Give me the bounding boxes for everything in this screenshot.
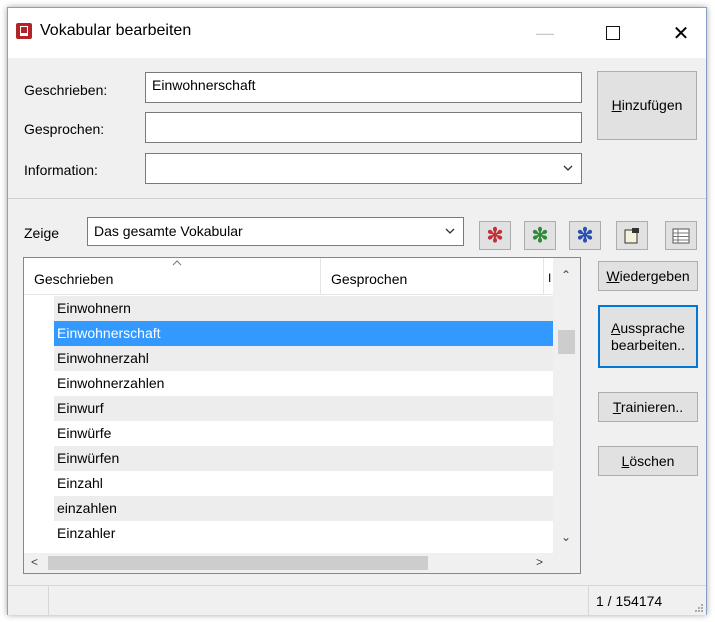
- list-item[interactable]: einzahlen: [54, 496, 554, 521]
- list-item[interactable]: Einwohnern: [54, 296, 554, 321]
- maximize-button[interactable]: [590, 8, 636, 58]
- delete-button-label: Löschen: [621, 452, 675, 469]
- separator: [8, 198, 706, 199]
- edit-pronunciation-label: Aussprache bearbeiten..: [611, 319, 685, 353]
- chevron-down-icon: [445, 228, 455, 234]
- close-button[interactable]: ✕: [658, 8, 704, 58]
- mark-red-button[interactable]: ✻: [479, 221, 511, 250]
- list-item[interactable]: Einwohnerzahl: [54, 346, 554, 371]
- delete-button[interactable]: Löschen: [598, 446, 698, 476]
- information-label: Information:: [24, 162, 98, 178]
- horizontal-scroll-thumb[interactable]: [48, 556, 428, 570]
- edit-pronunciation-button[interactable]: Aussprache bearbeiten..: [598, 305, 698, 368]
- vocabulary-list[interactable]: Geschrieben Gesprochen I Einwohnern Einw…: [23, 257, 581, 574]
- scroll-corner: [553, 553, 580, 573]
- scroll-left-icon[interactable]: <: [31, 555, 38, 569]
- title-bar: Vokabular bearbeiten — ✕: [8, 8, 706, 58]
- edit-note-icon: [624, 227, 639, 243]
- written-label: Geschrieben:: [24, 82, 108, 98]
- vertical-scrollbar[interactable]: ⌃ ⌄: [553, 258, 580, 554]
- spoken-label: Gesprochen:: [24, 121, 105, 137]
- status-bar: 1 / 154174: [8, 585, 706, 615]
- maximize-icon: [606, 26, 620, 40]
- train-button[interactable]: Trainieren..: [598, 392, 698, 422]
- list-item-selected[interactable]: Einwohnerschaft: [54, 321, 554, 346]
- resize-grip-icon[interactable]: [693, 602, 703, 612]
- chevron-down-icon: [563, 165, 573, 171]
- asterisk-red-icon: ✻: [486, 225, 504, 247]
- column-header-spoken[interactable]: Gesprochen: [321, 258, 544, 294]
- list-item[interactable]: Einwurf: [54, 396, 554, 421]
- filter-value: Das gesamte Vokabular: [94, 223, 243, 239]
- scroll-down-icon[interactable]: ⌄: [561, 530, 571, 544]
- list-header: Geschrieben Gesprochen I: [24, 258, 555, 295]
- spoken-input[interactable]: [145, 112, 582, 143]
- scroll-up-icon[interactable]: ⌃: [561, 268, 571, 282]
- vertical-scroll-thumb[interactable]: [558, 330, 575, 354]
- sort-ascending-icon: [172, 260, 182, 266]
- list-item[interactable]: Einwohnerzahlen: [54, 371, 554, 396]
- filter-label: Zeige: [24, 225, 60, 241]
- vocabulary-editor-window: Vokabular bearbeiten — ✕ Geschrieben: Ei…: [7, 7, 707, 615]
- scroll-right-icon[interactable]: >: [536, 555, 543, 569]
- list-item[interactable]: Einwürfen: [54, 446, 554, 471]
- status-cell: [49, 586, 589, 615]
- edit-note-button[interactable]: [616, 221, 648, 250]
- minimize-button[interactable]: —: [522, 8, 568, 58]
- information-combobox[interactable]: [145, 153, 582, 184]
- add-button-label: Hinzufügen: [611, 97, 683, 113]
- column-header-written[interactable]: Geschrieben: [24, 258, 321, 294]
- asterisk-blue-icon: ✻: [576, 225, 594, 247]
- play-button-label: Wiedergeben: [606, 267, 690, 284]
- list-item[interactable]: Einwürfe: [54, 421, 554, 446]
- mark-green-button[interactable]: ✻: [524, 221, 556, 250]
- add-button[interactable]: Hinzufügen: [597, 71, 697, 140]
- list-item[interactable]: Einzahler: [54, 521, 554, 546]
- status-cell: [8, 586, 49, 615]
- grid-icon: [672, 228, 690, 243]
- horizontal-scrollbar[interactable]: < >: [24, 553, 555, 573]
- train-button-label: Trainieren..: [612, 398, 684, 415]
- record-count: 1 / 154174: [596, 593, 663, 609]
- play-button[interactable]: Wiedergeben: [598, 261, 698, 291]
- list-rows: Einwohnern Einwohnerschaft Einwohnerzahl…: [54, 296, 554, 546]
- written-input[interactable]: Einwohnerschaft: [145, 72, 582, 103]
- list-item[interactable]: Einzahl: [54, 471, 554, 496]
- asterisk-green-icon: ✻: [531, 225, 549, 247]
- mark-blue-button[interactable]: ✻: [569, 221, 601, 250]
- app-icon: [16, 23, 32, 39]
- filter-combobox[interactable]: Das gesamte Vokabular: [87, 217, 464, 246]
- window-title: Vokabular bearbeiten: [40, 22, 192, 39]
- grid-view-button[interactable]: [665, 221, 697, 250]
